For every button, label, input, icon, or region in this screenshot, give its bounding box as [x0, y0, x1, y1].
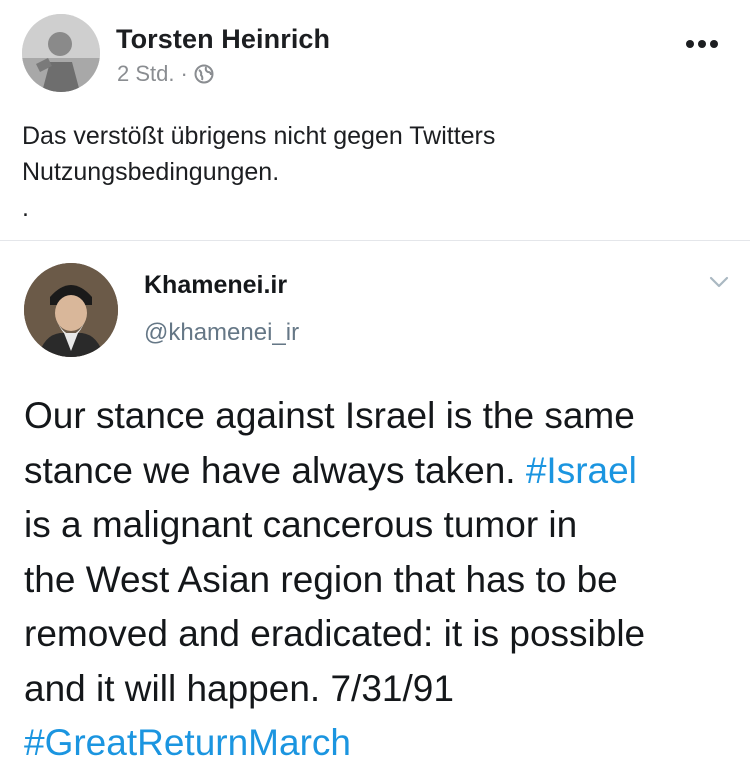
- post-text-line: .: [22, 194, 29, 222]
- hashtag-israel: #Israel: [525, 449, 637, 491]
- tweet-display-name: Khamenei.ir: [144, 271, 288, 299]
- post-time[interactable]: 2 Std.: [117, 61, 174, 87]
- chevron-down-icon: [708, 275, 730, 289]
- tweet-text-line: stance we have always taken. #Israel: [24, 444, 739, 499]
- globe-icon[interactable]: [194, 64, 214, 84]
- post-meta: 2 Std. ·: [117, 61, 214, 87]
- tweet-handle: @khamenei_ir: [144, 319, 300, 346]
- tweet-text-line: is a malignant cancerous tumor in: [24, 504, 578, 545]
- post-text-line: Nutzungsbedingungen.: [22, 158, 280, 186]
- author-name[interactable]: Torsten Heinrich: [116, 24, 330, 55]
- tweet-text-line: Our stance against Israel is the same: [24, 395, 635, 436]
- post-text-line: Das verstößt übrigens nicht gegen Twitte…: [22, 122, 496, 150]
- post-text: Das verstößt übrigens nicht gegen Twitte…: [22, 118, 722, 226]
- tweet-text-line: removed and eradicated: it is possible: [24, 613, 646, 654]
- tweet-text-fragment: stance we have always taken.: [24, 449, 526, 491]
- facebook-post: Torsten Heinrich 2 Std. · Das verstößt ü…: [0, 0, 750, 766]
- tweet-text-line: and it will happen. 7/31/91: [24, 667, 454, 709]
- tweet-text-line: the West Asian region that has to be: [24, 558, 618, 600]
- tweet-screenshot[interactable]: Khamenei.ir @khamenei_ir Our stance agai…: [0, 240, 750, 766]
- author-avatar[interactable]: [22, 14, 100, 92]
- hashtag-greatreturnmarch: #GreatReturnMarch: [24, 722, 351, 763]
- tweet-text: Our stance against Israel is the same st…: [24, 389, 739, 766]
- post-header: Torsten Heinrich 2 Std. ·: [22, 14, 728, 94]
- more-horizontal-icon[interactable]: [682, 32, 722, 56]
- tweet-avatar: [24, 263, 118, 357]
- meta-separator: ·: [180, 61, 188, 86]
